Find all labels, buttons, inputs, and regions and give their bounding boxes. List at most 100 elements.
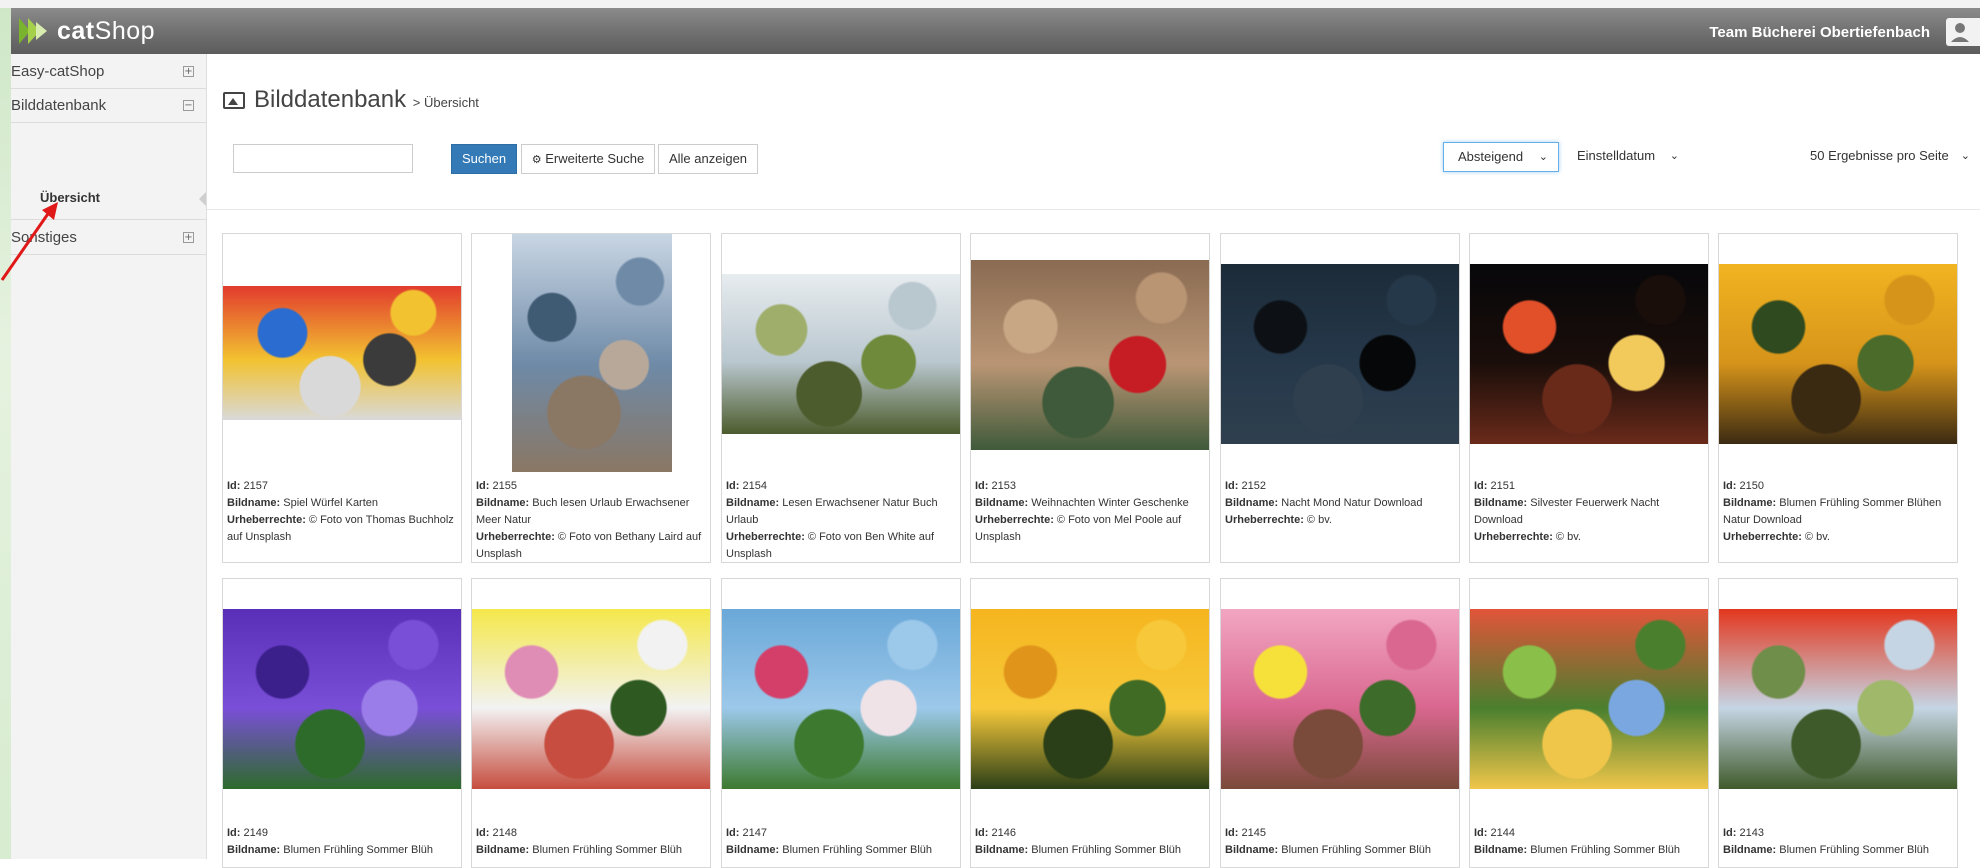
image-meta: Id: 2146 Bildname: Blumen Frühling Sommer… [975,825,1209,859]
image-rights-value: © bv. [1306,514,1332,526]
image-id: Id: 2155 [476,478,710,495]
image-meta: Id: 2155 Bildname: Buch lesen Urlaub Erwa… [476,478,710,563]
image-name-label: Bildname: [975,844,1029,856]
image-thumbnail[interactable] [1470,609,1708,789]
sort-order-select[interactable]: Absteigend ⌄ [1443,142,1559,172]
image-id-value: 2148 [492,827,517,839]
image-name: Bildname: Buch lesen Urlaub Erwachsener … [476,495,710,529]
sidebar-item-easy-catshop[interactable]: Easy-catShop + [11,54,206,89]
image-card[interactable]: Id: 2157 Bildname: Spiel Würfel Karten Urh… [222,233,462,563]
image-thumbnail[interactable] [223,286,461,420]
image-id: Id: 2146 [975,825,1209,842]
chevron-down-icon: ⌄ [1538,151,1548,163]
show-all-button[interactable]: Alle anzeigen [658,144,758,174]
image-thumbnail[interactable] [472,609,710,789]
image-card[interactable]: Id: 2148 Bildname: Blumen Frühling Sommer… [471,578,711,868]
image-card[interactable]: Id: 2153 Bildname: Weihnachten Winter Ges… [970,233,1210,563]
image-id: Id: 2153 [975,478,1209,495]
image-card[interactable]: Id: 2144 Bildname: Blumen Frühling Sommer… [1469,578,1709,868]
image-name-value: Blumen Frühling Sommer Blüh [283,844,434,856]
image-name: Bildname: Blumen Frühling Sommer Blüh [726,842,960,859]
image-thumbnail[interactable] [223,609,461,789]
image-id-label: Id: [227,827,241,839]
search-input[interactable] [233,144,413,173]
sidebar-item-label: Bilddatenbank [11,97,107,114]
image-id-value: 2150 [1739,480,1764,492]
image-card[interactable]: Id: 2155 Bildname: Buch lesen Urlaub Erwa… [471,233,711,563]
image-card[interactable]: Id: 2143 Bildname: Blumen Frühling Sommer… [1718,578,1958,868]
image-rights-label: Urheberrechte: [1225,514,1304,526]
image-meta: Id: 2150 Bildname: Blumen Frühling Sommer… [1723,478,1957,546]
breadcrumb[interactable]: > Übersicht [413,95,479,110]
image-card[interactable]: Id: 2146 Bildname: Blumen Frühling Sommer… [970,578,1210,868]
image-name: Bildname: Lesen Erwachsener Natur Buch U… [726,495,960,529]
catshop-logo-icon[interactable] [16,14,50,48]
image-id-label: Id: [476,827,490,839]
image-name: Bildname: Blumen Frühling Sommer Blüh [1723,842,1957,859]
image-thumbnail[interactable] [971,260,1209,450]
brand-rest: Shop [94,17,156,45]
chevron-down-icon: ⌄ [1669,150,1679,162]
sidebar-item-bilddatenbank[interactable]: Bilddatenbank − [11,88,206,123]
image-card[interactable]: Id: 2150 Bildname: Blumen Frühling Sommer… [1718,233,1958,563]
image-card[interactable]: Id: 2152 Bildname: Nacht Mond Natur Downl… [1220,233,1460,563]
chevron-down-icon: ⌄ [1960,150,1970,162]
image-id-value: 2143 [1739,827,1764,839]
collapse-icon[interactable]: − [183,100,194,111]
image-icon [223,92,245,109]
image-thumbnail[interactable] [971,609,1209,789]
image-thumbnail[interactable] [1719,609,1957,789]
brand-name[interactable]: catShop [57,16,155,46]
sort-field-select[interactable]: Einstelldatum ⌄ [1563,142,1689,172]
image-name-value: Blumen Frühling Sommer Blüh [1530,844,1681,856]
image-id: Id: 2145 [1225,825,1459,842]
advanced-search-button[interactable]: ⚙ Erweiterte Suche [521,144,655,174]
image-thumbnail[interactable] [722,274,960,434]
image-name: Bildname: Spiel Würfel Karten [227,495,461,512]
advanced-search-label: Erweiterte Suche [545,151,645,166]
image-card[interactable]: Id: 2151 Bildname: Silvester Feuerwerk Na… [1469,233,1709,563]
image-thumbnail[interactable] [1221,609,1459,789]
image-id-value: 2155 [492,480,517,492]
image-name: Bildname: Blumen Frühling Sommer Blüh [227,842,461,859]
expand-icon[interactable]: + [183,232,194,243]
image-card[interactable]: Id: 2149 Bildname: Blumen Frühling Sommer… [222,578,462,868]
image-thumbnail[interactable] [512,234,672,472]
brand-bold: cat [57,17,95,45]
image-name-label: Bildname: [1723,497,1777,509]
image-thumbnail[interactable] [1470,264,1708,444]
image-thumbnail[interactable] [1221,264,1459,444]
image-meta: Id: 2152 Bildname: Nacht Mond Natur Downl… [1225,478,1459,529]
image-rights: Urheberrechte: © bv. [1723,529,1957,546]
image-rights-label: Urheberrechte: [1723,531,1802,543]
image-id-label: Id: [726,827,740,839]
image-id-value: 2144 [1490,827,1515,839]
image-meta: Id: 2145 Bildname: Blumen Frühling Sommer… [1225,825,1459,859]
main-content: Bilddatenbank > Übersicht Suchen ⚙ Erwei… [207,54,1980,868]
user-icon[interactable] [1946,18,1980,46]
image-id: Id: 2148 [476,825,710,842]
image-rights: Urheberrechte: © Foto von Thomas Buchhol… [227,512,461,546]
image-card[interactable]: Id: 2154 Bildname: Lesen Erwachsener Natu… [721,233,961,563]
per-page-select[interactable]: 50 Ergebnisse pro Seite ⌄ [1796,142,1980,172]
image-name-value: Blumen Frühling Sommer Blüh [782,844,933,856]
sort-order-value: Absteigend [1458,149,1524,164]
image-meta: Id: 2149 Bildname: Blumen Frühling Sommer… [227,825,461,859]
divider [207,209,1980,210]
image-name-label: Bildname: [1723,844,1777,856]
image-id-label: Id: [1723,480,1737,492]
image-thumbnail[interactable] [722,609,960,789]
image-name-label: Bildname: [1225,844,1279,856]
image-rights-label: Urheberrechte: [1474,531,1553,543]
image-id: Id: 2157 [227,478,461,495]
search-button[interactable]: Suchen [451,144,517,174]
left-edge-decoration [0,8,11,859]
image-thumbnail[interactable] [1719,264,1957,444]
sort-field-value: Einstelldatum [1577,148,1656,163]
team-name[interactable]: Team Bücherei Obertiefenbach [1709,24,1930,41]
image-card[interactable]: Id: 2145 Bildname: Blumen Frühling Sommer… [1220,578,1460,868]
expand-icon[interactable]: + [183,66,194,77]
per-page-value: 50 Ergebnisse pro Seite [1810,148,1949,163]
image-rights-label: Urheberrechte: [975,514,1054,526]
image-card[interactable]: Id: 2147 Bildname: Blumen Frühling Sommer… [721,578,961,868]
